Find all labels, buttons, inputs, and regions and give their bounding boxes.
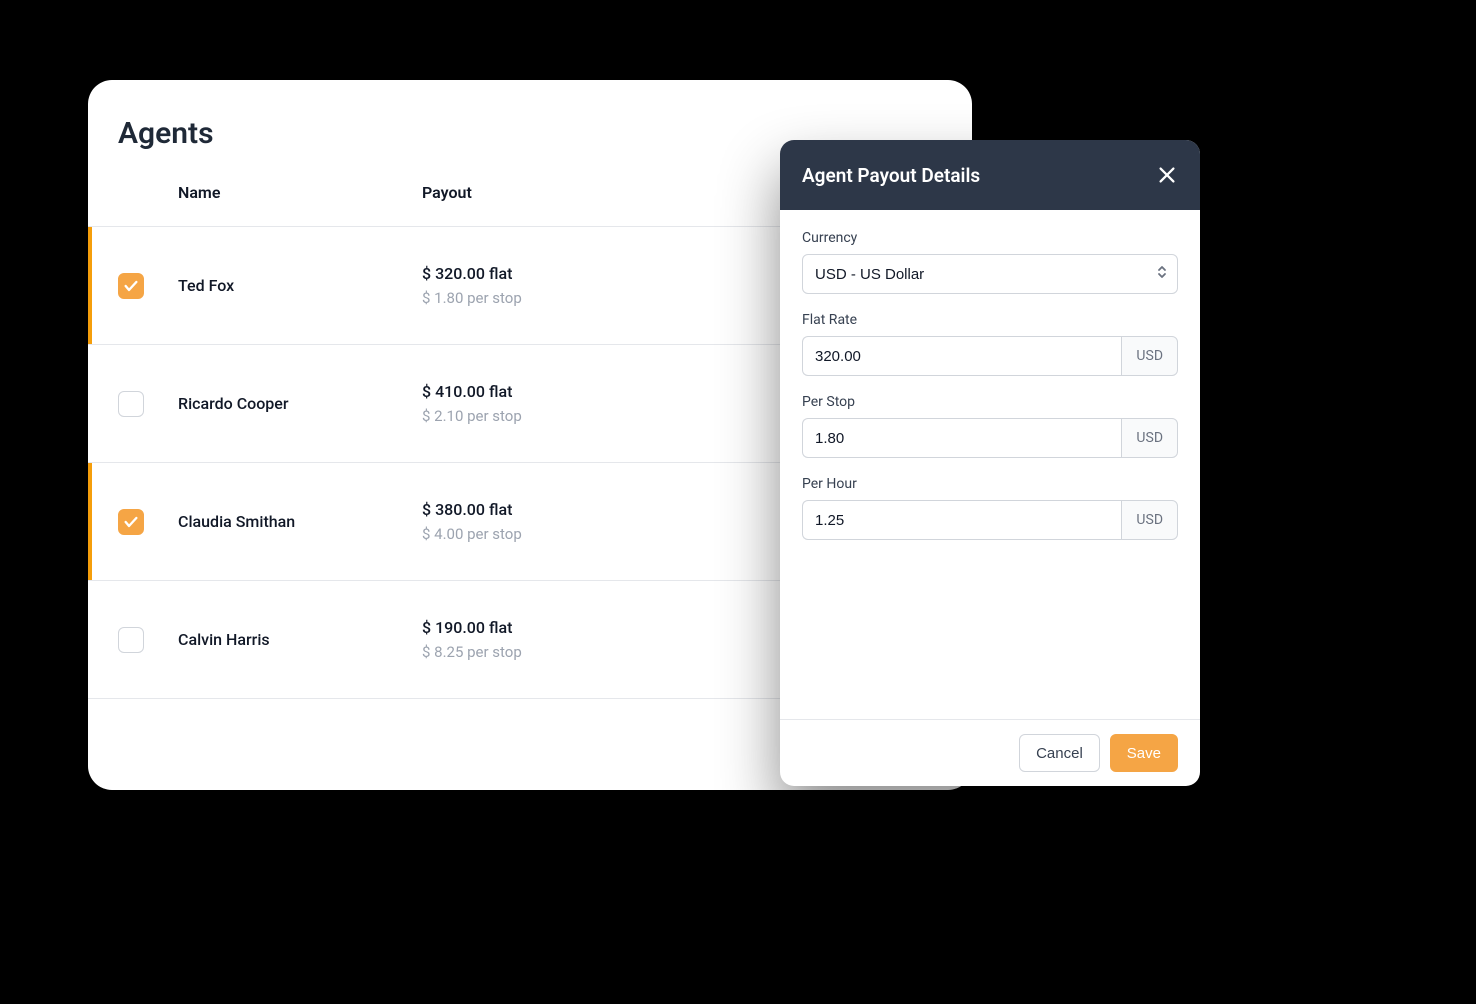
agent-name: Calvin Harris xyxy=(178,630,422,649)
flat-rate-input[interactable] xyxy=(802,336,1121,376)
check-icon xyxy=(123,514,139,530)
payout-cell: $ 410.00 flat $ 2.10 per stop xyxy=(422,382,522,425)
flat-rate-label: Flat Rate xyxy=(802,312,1178,328)
flat-rate-field: Flat Rate USD xyxy=(802,312,1178,376)
payout-details-panel: Agent Payout Details Currency Flat Rate … xyxy=(780,140,1200,786)
per-hour-label: Per Hour xyxy=(802,476,1178,492)
row-checkbox[interactable] xyxy=(118,627,144,653)
payout-cell: $ 190.00 flat $ 8.25 per stop xyxy=(422,618,522,661)
payout-per-stop: $ 8.25 per stop xyxy=(422,643,522,661)
close-button[interactable] xyxy=(1156,164,1178,186)
payout-per-stop: $ 2.10 per stop xyxy=(422,407,522,425)
agent-name: Ted Fox xyxy=(178,276,422,295)
per-hour-field: Per Hour USD xyxy=(802,476,1178,540)
panel-title: Agent Payout Details xyxy=(802,164,980,187)
per-stop-suffix: USD xyxy=(1121,418,1178,458)
row-checkbox[interactable] xyxy=(118,391,144,417)
payout-per-stop: $ 1.80 per stop xyxy=(422,289,522,307)
payout-per-stop: $ 4.00 per stop xyxy=(422,525,522,543)
column-header-name: Name xyxy=(178,183,422,202)
panel-header: Agent Payout Details xyxy=(780,140,1200,210)
payout-cell: $ 380.00 flat $ 4.00 per stop xyxy=(422,500,522,543)
save-button[interactable]: Save xyxy=(1110,734,1178,772)
per-stop-label: Per Stop xyxy=(802,394,1178,410)
per-stop-input[interactable] xyxy=(802,418,1121,458)
payout-flat: $ 410.00 flat xyxy=(422,382,522,401)
currency-input[interactable] xyxy=(802,254,1178,294)
currency-select[interactable] xyxy=(802,254,1178,294)
agent-name: Claudia Smithan xyxy=(178,512,422,531)
column-header-payout: Payout xyxy=(422,183,472,202)
row-checkbox[interactable] xyxy=(118,509,144,535)
per-stop-field: Per Stop USD xyxy=(802,394,1178,458)
agent-name: Ricardo Cooper xyxy=(178,394,422,413)
payout-flat: $ 380.00 flat xyxy=(422,500,522,519)
panel-footer: Cancel Save xyxy=(780,719,1200,786)
currency-field: Currency xyxy=(802,230,1178,294)
currency-label: Currency xyxy=(802,230,1178,246)
payout-flat: $ 320.00 flat xyxy=(422,264,522,283)
select-chevron-icon xyxy=(1156,264,1168,284)
payout-flat: $ 190.00 flat xyxy=(422,618,522,637)
check-icon xyxy=(123,278,139,294)
cancel-button[interactable]: Cancel xyxy=(1019,734,1100,772)
per-hour-input[interactable] xyxy=(802,500,1121,540)
flat-rate-suffix: USD xyxy=(1121,336,1178,376)
close-icon xyxy=(1156,164,1178,186)
panel-body: Currency Flat Rate USD Per Stop USD xyxy=(780,210,1200,719)
row-checkbox[interactable] xyxy=(118,273,144,299)
payout-cell: $ 320.00 flat $ 1.80 per stop xyxy=(422,264,522,307)
per-hour-suffix: USD xyxy=(1121,500,1178,540)
